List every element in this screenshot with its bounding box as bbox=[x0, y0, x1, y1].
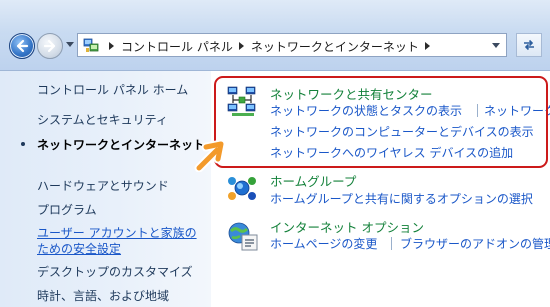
forward-button[interactable] bbox=[37, 33, 63, 59]
change-homepage-link[interactable]: ホームページの変更 bbox=[270, 235, 377, 252]
back-button[interactable] bbox=[9, 33, 35, 59]
manage-browser-addons-link[interactable]: ブラウザーのアドオンの管理 bbox=[400, 235, 550, 252]
homegroup-title[interactable]: ホームグループ bbox=[270, 171, 356, 190]
left-nav-family-safety[interactable]: ための安全設定 bbox=[37, 240, 121, 257]
breadcrumb-control-panel[interactable]: コントロール パネル bbox=[121, 38, 233, 55]
current-item-bullet bbox=[21, 142, 25, 146]
left-nav-appearance[interactable]: デスクトップのカスタマイズ bbox=[37, 263, 193, 280]
left-nav-network-internet: ネットワークとインターネット bbox=[37, 138, 206, 152]
link-separator bbox=[391, 237, 392, 250]
control-panel-icon bbox=[83, 38, 99, 52]
breadcrumb-network-internet[interactable]: ネットワークとインターネット bbox=[251, 38, 419, 55]
left-nav-hardware-sound[interactable]: ハードウェアとサウンド bbox=[37, 177, 169, 194]
homegroup-sharing-options-link[interactable]: ホームグループと共有に関するオプションの選択 bbox=[270, 190, 533, 207]
address-history-dropdown[interactable] bbox=[492, 43, 500, 48]
back-arrow-icon bbox=[16, 39, 29, 53]
breadcrumb-separator[interactable] bbox=[424, 42, 430, 50]
pointer-arrow-icon bbox=[194, 139, 226, 172]
refresh-button[interactable] bbox=[516, 33, 542, 57]
address-bar[interactable]: コントロール パネル ネットワークとインターネット bbox=[77, 33, 507, 57]
breadcrumb-separator[interactable] bbox=[238, 42, 244, 50]
homegroup-icon[interactable] bbox=[226, 172, 258, 208]
internet-options-icon[interactable] bbox=[226, 219, 260, 257]
left-nav-system-security[interactable]: システムとセキュリティ bbox=[37, 111, 168, 128]
left-nav-control-panel-home[interactable]: コントロール パネル ホーム bbox=[37, 81, 188, 98]
refresh-icon bbox=[524, 39, 534, 51]
left-nav-user-accounts[interactable]: ユーザー アカウントと家族の bbox=[37, 224, 197, 241]
left-nav-programs[interactable]: プログラム bbox=[37, 201, 97, 218]
recent-pages-dropdown[interactable] bbox=[66, 42, 74, 47]
highlight-box bbox=[214, 76, 548, 168]
forward-arrow-icon bbox=[43, 39, 56, 53]
internet-options-title[interactable]: インターネット オプション bbox=[270, 217, 424, 236]
navigation-toolbar: コントロール パネル ネットワークとインターネット bbox=[0, 0, 550, 71]
breadcrumb-separator[interactable] bbox=[109, 42, 114, 50]
left-nav-clock-language-region[interactable]: 時計、言語、および地域 bbox=[37, 287, 169, 304]
